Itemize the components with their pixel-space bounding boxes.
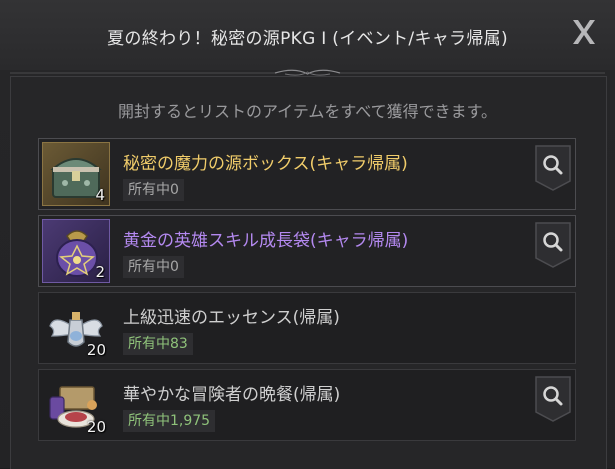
owned-count: 所有中0 [123, 179, 184, 201]
package-dialog: 夏の終わり！秘密の源PKG I (イベント/キャラ帰属) 開封するとリストのアイ… [0, 0, 615, 469]
close-x-icon [573, 20, 595, 44]
search-button[interactable] [535, 222, 571, 268]
item-quantity: 4 [95, 186, 105, 204]
item-thumbnail: 2 [42, 219, 110, 283]
item-thumbnail: 4 [42, 142, 110, 206]
owned-count: 所有中1,975 [123, 410, 216, 432]
dialog-title: 夏の終わり！秘密の源PKG I (イベント/キャラ帰属) [107, 29, 508, 49]
item-quantity: 20 [86, 341, 106, 359]
item-thumbnail: 20 [42, 296, 110, 360]
close-button[interactable] [566, 14, 602, 50]
search-button[interactable] [535, 376, 571, 422]
search-icon [535, 145, 571, 191]
item-name: 華やかな冒険者の晩餐(帰属) [123, 385, 341, 405]
item-quantity: 2 [95, 263, 105, 281]
search-icon [535, 222, 571, 268]
item-thumbnail: 20 [42, 373, 110, 437]
item-quantity: 20 [86, 418, 106, 436]
item-name: 秘密の魔力の源ボックス(キャラ帰属) [123, 154, 408, 174]
search-icon [535, 376, 571, 422]
search-button[interactable] [535, 145, 571, 191]
item-name: 上級迅速のエッセンス(帰属) [123, 308, 340, 328]
list-item[interactable]: 20 上級迅速のエッセンス(帰属) 所有中83 [38, 292, 576, 364]
dialog-header: 夏の終わり！秘密の源PKG I (イベント/キャラ帰属) [0, 0, 615, 70]
owned-count: 所有中0 [123, 256, 184, 278]
owned-count: 所有中83 [123, 333, 193, 355]
list-item[interactable]: 2 黄金の英雄スキル成長袋(キャラ帰属) 所有中0 [38, 215, 576, 287]
list-item[interactable]: 20 華やかな冒険者の晩餐(帰属) 所有中1,975 [38, 369, 576, 441]
item-name: 黄金の英雄スキル成長袋(キャラ帰属) [123, 231, 409, 251]
list-item[interactable]: 4 秘密の魔力の源ボックス(キャラ帰属) 所有中0 [38, 138, 576, 210]
open-notice: 開封するとリストのアイテムをすべて獲得できます。 [117, 102, 498, 121]
